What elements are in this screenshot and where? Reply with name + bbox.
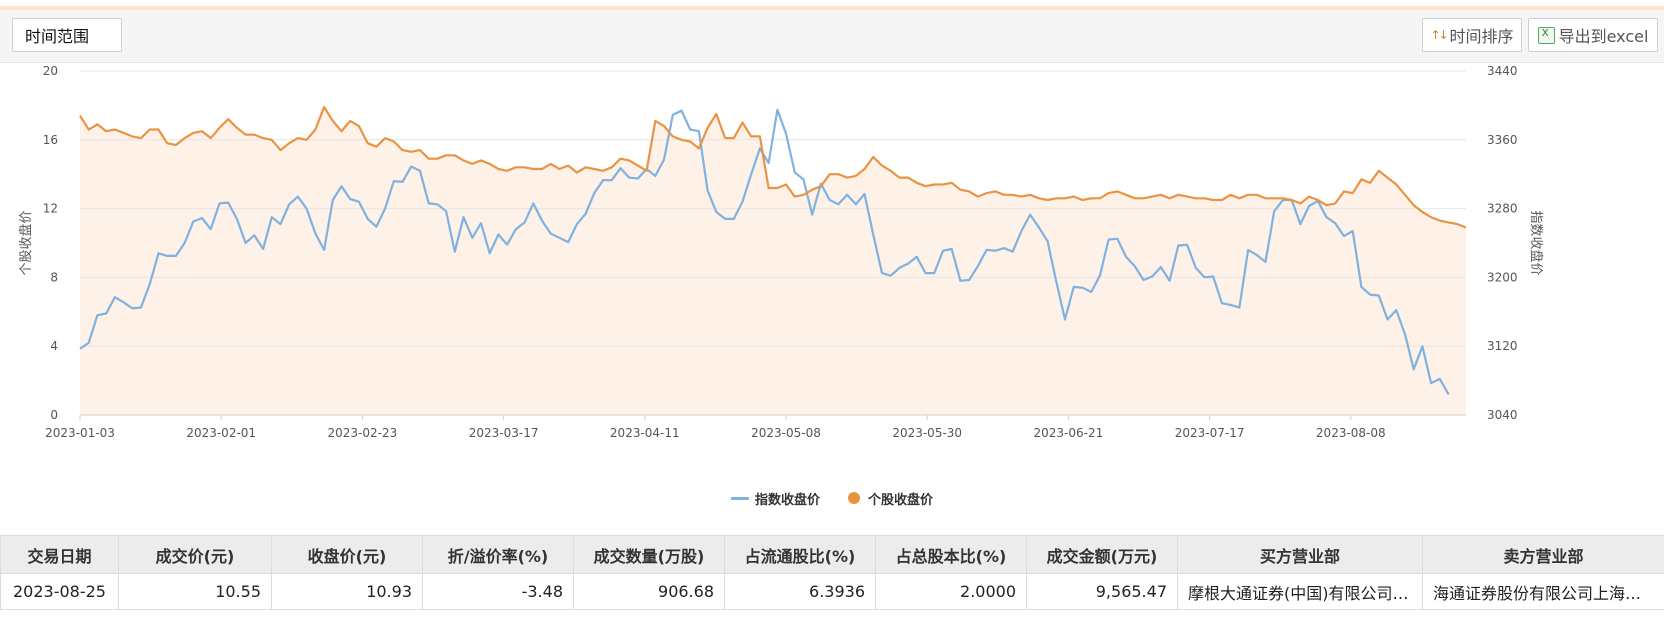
y-axis-label-left: 个股收盘价 (18, 210, 34, 275)
x-tick-label: 2023-02-01 (186, 426, 256, 440)
excel-icon (1537, 25, 1555, 44)
y-tick-left: 16 (43, 133, 58, 147)
y-tick-right: 3360 (1487, 133, 1518, 147)
x-tick-label: 2023-01-03 (45, 426, 115, 440)
column-header[interactable]: 成交价(元) (118, 535, 272, 574)
column-header[interactable]: 占总股本比(%) (875, 535, 1027, 574)
column-header[interactable]: 交易日期 (0, 535, 119, 574)
block-trade-table: 交易日期 成交价(元) 收盘价(元) 折/溢价率(%) 成交数量(万股) 占流通… (0, 535, 1664, 610)
y-tick-right: 3200 (1487, 270, 1518, 284)
cell-buyer: 摩根大通证券(中国)有限公司… (1177, 573, 1423, 610)
cell-trade-price: 10.55 (118, 573, 272, 610)
sort-arrows-icon: ↑↓ (1430, 28, 1448, 42)
legend-item-index[interactable]: 指数收盘价 (730, 489, 820, 508)
legend-label-index: 指数收盘价 (754, 492, 820, 508)
chart-legend: 指数收盘价 个股收盘价 (0, 487, 1664, 509)
legend-dot-swatch (848, 492, 860, 504)
x-tick-label: 2023-03-17 (469, 426, 539, 440)
x-tick-label: 2023-04-11 (610, 426, 680, 440)
table-row[interactable]: 2023-08-25 10.55 10.93 -3.48 906.68 6.39… (0, 573, 1664, 610)
column-header[interactable]: 占流通股比(%) (724, 535, 876, 574)
x-tick-label: 2023-08-08 (1316, 426, 1386, 440)
cell-float-ratio: 6.3936 (724, 573, 876, 610)
y-tick-right: 3280 (1487, 202, 1518, 216)
column-header[interactable]: 折/溢价率(%) (422, 535, 574, 574)
cell-amount: 9,565.47 (1026, 573, 1178, 610)
x-tick-label: 2023-05-08 (751, 426, 821, 440)
cell-volume: 906.68 (573, 573, 725, 610)
y-tick-left: 4 (50, 339, 58, 353)
price-chart: 0 4 8 12 16 20 3040 3120 3200 3280 3360 3440 个股收盘价 指数… (18, 64, 1544, 440)
legend-line-swatch (730, 496, 749, 500)
y-tick-right: 3120 (1487, 339, 1518, 353)
cell-close-price: 10.93 (271, 573, 423, 610)
y-tick-right: 3440 (1487, 64, 1518, 78)
cell-trade-date: 2023-08-25 (0, 573, 119, 610)
column-header[interactable]: 成交金额(万元) (1026, 535, 1178, 574)
column-header[interactable]: 收盘价(元) (271, 535, 423, 574)
column-header[interactable]: 买方营业部 (1177, 535, 1423, 574)
y-tick-left: 0 (50, 408, 58, 422)
stock-area-fill (80, 107, 1466, 415)
time-range-button[interactable]: 时间范围 (12, 18, 122, 52)
x-tick-label: 2023-05-30 (892, 426, 962, 440)
export-label: 导出到excel (1558, 27, 1649, 46)
x-tick-label: 2023-06-21 (1034, 426, 1104, 440)
x-tick-label: 2023-02-23 (328, 426, 398, 440)
column-header[interactable]: 成交数量(万股) (573, 535, 725, 574)
y-axis-label-right: 指数收盘价 (1528, 210, 1544, 275)
legend-label-stock: 个股收盘价 (868, 492, 934, 508)
time-range-label: 时间范围 (25, 27, 90, 46)
cell-premium-rate: -3.48 (422, 573, 574, 610)
y-tick-left: 8 (50, 270, 58, 284)
cell-seller: 海通证券股份有限公司上海… (1422, 573, 1664, 610)
table-header-row: 交易日期 成交价(元) 收盘价(元) 折/溢价率(%) 成交数量(万股) 占流通… (0, 535, 1664, 574)
sort-label: 时间排序 (1449, 27, 1514, 46)
toolbar: 时间范围 ↑↓ 时间排序 导出到excel (0, 10, 1664, 63)
column-header[interactable]: 卖方营业部 (1422, 535, 1664, 574)
sort-by-time-button[interactable]: ↑↓ 时间排序 (1422, 18, 1522, 52)
export-excel-button[interactable]: 导出到excel (1528, 18, 1658, 52)
y-tick-left: 12 (43, 202, 58, 216)
x-tick-label: 2023-07-17 (1175, 426, 1245, 440)
y-tick-right: 3040 (1487, 408, 1518, 422)
y-tick-left: 20 (43, 64, 58, 78)
legend-item-stock[interactable]: 个股收盘价 (848, 489, 933, 508)
cell-total-ratio: 2.0000 (875, 573, 1027, 610)
